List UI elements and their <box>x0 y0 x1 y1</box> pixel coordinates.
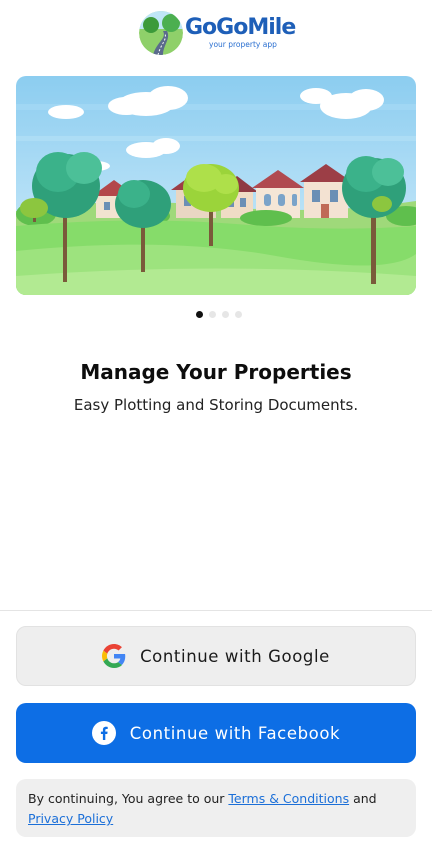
legal-conjunction: and <box>349 791 377 806</box>
section-divider <box>0 610 432 611</box>
facebook-button-label: Continue with Facebook <box>129 723 341 743</box>
onboarding-subtitle: Easy Plotting and Storing Documents. <box>73 396 359 414</box>
neighborhood-illustration <box>16 76 416 295</box>
app-name: GoGoMile <box>185 15 296 41</box>
carousel-pagination <box>0 311 432 318</box>
carousel-dot-2[interactable] <box>208 311 216 318</box>
logo-mark-icon <box>139 11 183 55</box>
legal-notice: By continuing, You agree to our Terms & … <box>16 779 416 837</box>
onboarding-title: Manage Your Properties <box>80 360 352 384</box>
terms-and-conditions-link[interactable]: Terms & Conditions <box>228 791 349 806</box>
carousel-dot-1[interactable] <box>195 311 203 318</box>
continue-with-google-button[interactable]: Continue with Google <box>16 626 416 686</box>
google-button-label: Continue with Google <box>140 646 330 666</box>
app-tagline: your property app <box>209 40 277 50</box>
privacy-policy-link[interactable]: Privacy Policy <box>28 811 113 826</box>
google-icon <box>102 644 126 668</box>
carousel-slide-illustration[interactable] <box>16 76 416 295</box>
carousel-dot-4[interactable] <box>234 311 242 318</box>
facebook-icon <box>91 721 116 745</box>
legal-prefix: By continuing, You agree to our <box>28 791 229 806</box>
continue-with-facebook-button[interactable]: Continue with Facebook <box>16 703 416 763</box>
app-logo: GoGoMile your property app <box>139 10 299 56</box>
carousel-dot-3[interactable] <box>221 311 229 318</box>
